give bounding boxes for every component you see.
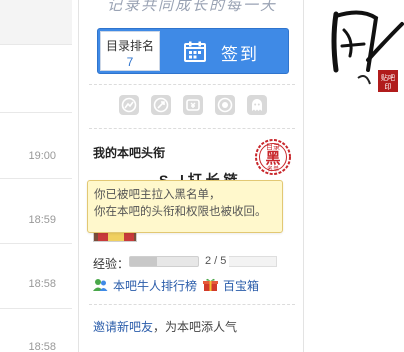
row-divider [0, 243, 72, 244]
post-time: 18:58 [28, 278, 56, 290]
forum-sidebar: 记录共同成长的每一天 目录排名 7 签到 我的本吧头衔 目录 黑 名单 经验： … [78, 0, 304, 352]
member-title-heading: 我的本吧头衔 [93, 146, 166, 160]
post-time: 18:58 [28, 341, 56, 352]
users-icon [93, 279, 108, 291]
divider [89, 128, 295, 129]
experience-value: 2 / 5 [205, 255, 227, 267]
ghost-icon[interactable] [247, 95, 267, 115]
row-divider [0, 308, 72, 309]
invite-row: 邀请新吧友，为本吧添人气 [93, 318, 237, 335]
seal-text: 贴吧 [381, 73, 395, 82]
svg-text:印: 印 [385, 83, 392, 91]
rank-label: 目录排名 [105, 39, 154, 53]
tool-icon-row [119, 95, 269, 117]
experience-progress-bar [129, 256, 199, 267]
row-divider [0, 44, 72, 45]
tooltip-line: 你已被吧主拉入黑名单， [94, 189, 221, 201]
chart-icon[interactable] [119, 95, 139, 115]
forum-banner-art: 贴吧 印 [331, 10, 404, 92]
row-divider [0, 112, 72, 113]
treasure-box-link[interactable]: 百宝箱 [223, 277, 259, 294]
coin-icon[interactable] [183, 95, 203, 115]
post-time: 18:59 [28, 214, 56, 226]
ranking-link[interactable]: 本吧牛人排行榜 [113, 277, 197, 294]
tooltip-line: 你在本吧的头衔和权限也被收回。 [94, 206, 267, 218]
experience-progress-fill [130, 257, 158, 266]
row-divider [0, 178, 72, 179]
sidebar-slogan: 记录共同成长的每一天 [106, 0, 277, 14]
divider [89, 304, 295, 305]
rank-box[interactable]: 目录排名 7 [100, 31, 160, 71]
rocket-icon[interactable] [151, 95, 171, 115]
calendar-icon [184, 41, 206, 62]
experience-label: 经验： [93, 257, 130, 271]
gift-icon [203, 278, 218, 291]
invite-link[interactable]: 邀请新吧友 [93, 320, 153, 334]
signin-widget[interactable]: 目录排名 7 签到 [97, 28, 289, 74]
feed-row[interactable] [0, 0, 72, 44]
signin-button-label: 签到 [221, 45, 259, 64]
rank-value: 7 [126, 55, 134, 69]
medal-icon[interactable] [215, 95, 235, 115]
invite-text: ，为本吧添人气 [153, 320, 238, 334]
blacklist-tooltip: 你已被吧主拉入黑名单， 你在本吧的头衔和权限也被收回。 [87, 180, 283, 233]
post-time: 19:00 [28, 150, 56, 162]
stamp-sub-text: 名单 [267, 165, 279, 173]
experience-track-end [229, 256, 277, 267]
blacklist-stamp: 目录 黑 名单 [255, 139, 291, 175]
feed-column: 19:00 18:59 18:58 18:58 [0, 0, 78, 352]
stamp-main-text: 黑 [265, 149, 280, 167]
divider [89, 84, 295, 85]
